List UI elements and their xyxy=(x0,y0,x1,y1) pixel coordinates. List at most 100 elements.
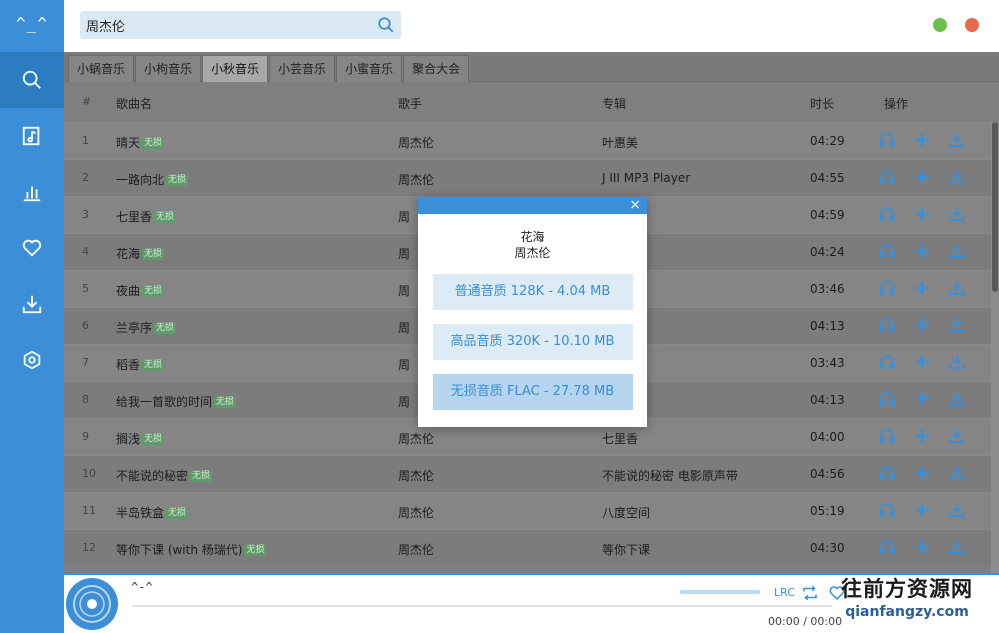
table-row[interactable]: 11 半岛铁盒 无损 周杰伦 八度空间 05:19 xyxy=(64,492,991,529)
main-content: 小蜗音乐 小枸音乐 小秋音乐 小芸音乐 小蜜音乐 聚合大会 # 歌曲名 歌手 专… xyxy=(64,52,999,573)
row-song-name: 搁浅 无损 xyxy=(116,430,165,447)
row-duration: 03:46 xyxy=(810,282,845,296)
add-plus-icon[interactable] xyxy=(913,168,948,186)
row-singer: 周 xyxy=(398,358,411,372)
download-icon[interactable] xyxy=(948,131,983,149)
scrollbar[interactable] xyxy=(991,122,999,573)
repeat-icon[interactable] xyxy=(801,584,819,602)
listen-headphones-icon[interactable] xyxy=(878,242,913,260)
song-name-text: 稻香 xyxy=(116,358,141,372)
listen-headphones-icon[interactable] xyxy=(878,353,913,371)
add-plus-icon[interactable] xyxy=(913,427,948,445)
row-index: 3 xyxy=(82,208,89,221)
add-plus-icon[interactable] xyxy=(913,464,948,482)
quality-standard-button[interactable]: 普通音质 128K - 4.04 MB xyxy=(432,274,633,310)
listen-headphones-icon[interactable] xyxy=(878,427,913,445)
listen-headphones-icon[interactable] xyxy=(878,464,913,482)
row-index: 8 xyxy=(82,393,89,406)
add-plus-icon[interactable] xyxy=(913,279,948,297)
quality-dialog: × 花海 周杰伦 普通音质 128K - 4.04 MB 高品音质 320K -… xyxy=(418,197,647,427)
add-plus-icon[interactable] xyxy=(913,501,948,519)
download-icon[interactable] xyxy=(948,464,983,482)
row-singer: 周 xyxy=(398,321,411,335)
row-index: 2 xyxy=(82,171,89,184)
add-plus-icon[interactable] xyxy=(913,353,948,371)
download-icon[interactable] xyxy=(948,353,983,371)
download-icon[interactable] xyxy=(948,501,983,519)
download-icon[interactable] xyxy=(948,316,983,334)
row-index: 4 xyxy=(82,245,89,258)
tab-source-5[interactable]: 小蜜音乐 xyxy=(336,55,403,82)
row-singer: 周杰伦 xyxy=(398,173,435,187)
row-index: 6 xyxy=(82,319,89,332)
quality-lossless-button[interactable]: 无损音质 FLAC - 27.78 MB xyxy=(432,374,633,410)
tab-source-1[interactable]: 小蜗音乐 xyxy=(68,55,135,82)
minimize-button[interactable] xyxy=(933,18,947,32)
row-album: 七里香 xyxy=(602,432,639,446)
sidebar-item-settings[interactable] xyxy=(0,332,64,388)
add-plus-icon[interactable] xyxy=(913,131,948,149)
quality-high-button[interactable]: 高品音质 320K - 10.10 MB xyxy=(432,324,633,360)
sidebar-item-downloads[interactable] xyxy=(0,276,64,332)
download-icon[interactable] xyxy=(948,427,983,445)
close-window-button[interactable] xyxy=(965,18,979,32)
tab-source-3[interactable]: 小秋音乐 xyxy=(202,55,269,82)
row-album: 不能说的秘密 电影原声带 xyxy=(602,469,738,483)
row-index: 9 xyxy=(82,430,89,443)
download-icon[interactable] xyxy=(948,538,983,556)
row-actions xyxy=(878,390,983,408)
tab-source-4[interactable]: 小芸音乐 xyxy=(269,55,336,82)
listen-headphones-icon[interactable] xyxy=(878,131,913,149)
row-actions xyxy=(878,427,983,445)
sidebar-item-search[interactable] xyxy=(0,52,64,108)
add-plus-icon[interactable] xyxy=(913,205,948,223)
tab-aggregate[interactable]: 聚合大会 xyxy=(403,55,470,82)
row-index: 11 xyxy=(82,504,96,517)
scroll-thumb[interactable] xyxy=(992,122,998,292)
sidebar-item-charts[interactable] xyxy=(0,164,64,220)
listen-headphones-icon[interactable] xyxy=(878,538,913,556)
lossless-badge: 无损 xyxy=(244,545,267,556)
row-album: J III MP3 Player xyxy=(602,171,691,185)
lyrics-toggle[interactable]: LRC xyxy=(774,584,795,602)
tab-source-2[interactable]: 小枸音乐 xyxy=(135,55,202,82)
listen-headphones-icon[interactable] xyxy=(878,205,913,223)
row-index: 12 xyxy=(82,541,96,554)
watermark: 往前方资源网 qianfangzy.com xyxy=(823,575,991,631)
row-actions xyxy=(878,242,983,260)
listen-headphones-icon[interactable] xyxy=(878,279,913,297)
row-singer: 周杰伦 xyxy=(398,543,435,557)
listen-headphones-icon[interactable] xyxy=(878,316,913,334)
sidebar-item-favorites[interactable] xyxy=(0,220,64,276)
progress-bar[interactable] xyxy=(132,605,832,607)
download-icon[interactable] xyxy=(948,168,983,186)
table-row[interactable]: 12 等你下课 (with 杨瑞代) 无损 周杰伦 等你下课 04:30 xyxy=(64,529,991,566)
table-row[interactable]: 2 一路向北 无损 周杰伦 J III MP3 Player 04:55 xyxy=(64,159,991,196)
lossless-badge: 无损 xyxy=(166,508,189,519)
download-icon[interactable] xyxy=(948,279,983,297)
track-title: ^-^ xyxy=(131,580,153,594)
table-row[interactable]: 1 晴天 无损 周杰伦 叶惠美 04:29 xyxy=(64,122,991,159)
add-plus-icon[interactable] xyxy=(913,390,948,408)
row-index: 10 xyxy=(82,467,96,480)
sidebar-item-local-music[interactable] xyxy=(0,108,64,164)
listen-headphones-icon[interactable] xyxy=(878,390,913,408)
table-row[interactable]: 10 不能说的秘密 无损 周杰伦 不能说的秘密 电影原声带 04:56 xyxy=(64,455,991,492)
song-name-text: 夜曲 xyxy=(116,284,141,298)
search-input[interactable] xyxy=(80,11,370,39)
download-icon[interactable] xyxy=(948,205,983,223)
add-plus-icon[interactable] xyxy=(913,538,948,556)
add-plus-icon[interactable] xyxy=(913,242,948,260)
search-button-icon[interactable] xyxy=(377,16,395,34)
row-song-name: 兰亭序 无损 xyxy=(116,319,177,336)
add-plus-icon[interactable] xyxy=(913,316,948,334)
listen-headphones-icon[interactable] xyxy=(878,501,913,519)
volume-slider[interactable] xyxy=(680,590,760,594)
download-icon[interactable] xyxy=(948,390,983,408)
header-singer: 歌手 xyxy=(398,97,423,111)
dialog-close-button[interactable]: × xyxy=(629,198,641,212)
row-singer: 周杰伦 xyxy=(398,432,435,446)
album-disc[interactable] xyxy=(66,578,118,630)
download-icon[interactable] xyxy=(948,242,983,260)
listen-headphones-icon[interactable] xyxy=(878,168,913,186)
